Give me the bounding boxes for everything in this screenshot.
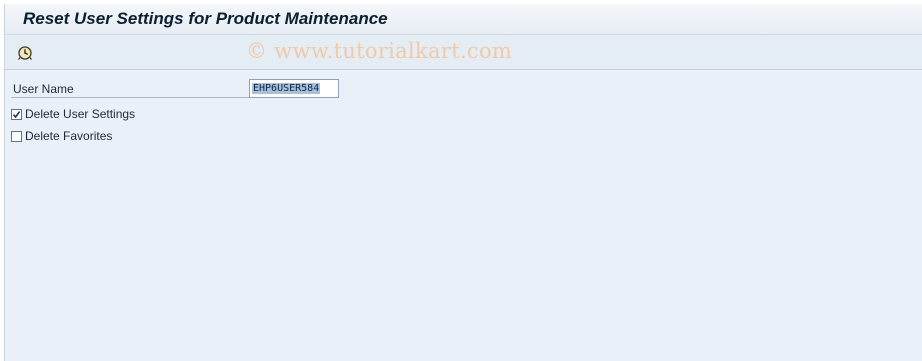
user-name-value: EHP6USER584 <box>252 83 321 94</box>
page-title: Reset User Settings for Product Maintena… <box>23 9 388 28</box>
delete-favorites-option[interactable]: Delete Favorites <box>11 128 112 144</box>
title-bar: Reset User Settings for Product Maintena… <box>5 4 922 35</box>
label-underline <box>11 97 251 98</box>
selection-screen: User Name EHP6USER584 Delete User Settin… <box>5 70 922 361</box>
delete-user-settings-checkbox[interactable] <box>11 108 22 120</box>
checkmark-icon <box>12 110 21 118</box>
delete-user-settings-option[interactable]: Delete User Settings <box>11 106 135 122</box>
user-name-label: User Name <box>13 82 74 96</box>
delete-user-settings-label: Delete User Settings <box>25 107 136 121</box>
execute-button[interactable] <box>15 43 35 63</box>
delete-favorites-label: Delete Favorites <box>25 129 113 143</box>
execute-clock-icon <box>18 46 32 60</box>
user-name-input[interactable]: EHP6USER584 <box>249 79 339 98</box>
delete-favorites-checkbox[interactable] <box>11 130 22 142</box>
main-window: Reset User Settings for Product Maintena… <box>4 4 922 361</box>
watermark-text: © www.tutorialkart.com <box>246 39 513 63</box>
application-toolbar: © www.tutorialkart.com <box>5 35 922 70</box>
